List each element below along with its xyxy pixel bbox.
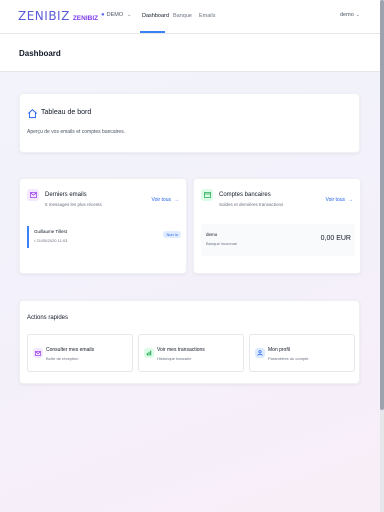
action-view-emails[interactable]: Consulter mes emails Boîte de réception bbox=[27, 334, 133, 372]
nav-dashboard[interactable]: Dashboard bbox=[142, 13, 169, 19]
bank-see-all-link[interactable]: Voir tous → bbox=[326, 197, 353, 203]
unread-badge: Non lu bbox=[163, 231, 181, 238]
arrow-right-icon: → bbox=[348, 197, 353, 203]
home-icon bbox=[28, 109, 37, 119]
action-view-transactions[interactable]: Voir mes transactions Historique bancair… bbox=[138, 334, 244, 372]
nav-emails[interactable]: Emails bbox=[199, 13, 216, 19]
bank-card-icon bbox=[201, 189, 213, 201]
hero-description: Aperçu de vos emails et comptes bancaire… bbox=[27, 129, 126, 135]
action-profile[interactable]: Mon profil Paramètres du compte bbox=[249, 334, 355, 372]
recent-emails-card: Derniers emails 5 messages les plus réce… bbox=[19, 178, 187, 274]
company-selector[interactable]: ● DEMO ⌄ bbox=[101, 12, 131, 18]
nav-banque[interactable]: Banque bbox=[173, 13, 192, 19]
action-sublabel: Historique bancaire bbox=[157, 356, 192, 361]
envelope-icon bbox=[33, 348, 43, 358]
emails-card-subtitle: 5 messages les plus récents bbox=[45, 202, 102, 207]
logo-subtext: ZENIBIZ bbox=[72, 15, 99, 22]
envelope-icon bbox=[27, 189, 39, 201]
chart-icon bbox=[144, 348, 154, 358]
user-icon bbox=[255, 348, 265, 358]
action-sublabel: Boîte de réception bbox=[46, 356, 79, 361]
action-label: Mon profil bbox=[268, 347, 290, 353]
page-title: Dashboard bbox=[19, 49, 61, 58]
page-header: Dashboard bbox=[0, 34, 380, 72]
action-label: Voir mes transactions bbox=[157, 347, 205, 353]
app-logo[interactable]: ZENIBIZ ZENIBIZ bbox=[18, 9, 98, 23]
company-name: DEMO bbox=[106, 12, 124, 18]
action-sublabel: Paramètres du compte bbox=[268, 356, 309, 361]
quick-actions-title: Actions rapides bbox=[27, 315, 69, 321]
quick-actions-card: Actions rapides Consulter mes emails Boî… bbox=[19, 300, 360, 384]
emails-card-title: Derniers emails bbox=[45, 192, 87, 198]
account-balance: 0,00 EUR bbox=[320, 235, 351, 242]
arrow-right-icon: → bbox=[174, 197, 179, 203]
bank-accounts-card: Comptes bancaires Soldes et dernières tr… bbox=[193, 178, 361, 274]
bank-card-title: Comptes bancaires bbox=[219, 192, 271, 198]
see-all-label: Voir tous bbox=[325, 197, 345, 203]
logo-text: ZENIBIZ bbox=[18, 9, 70, 23]
hero-title: Tableau de bord bbox=[41, 109, 92, 116]
see-all-label: Voir tous bbox=[151, 197, 171, 203]
top-navbar: ZENIBIZ ZENIBIZ ● DEMO ⌄ Dashboard Banqu… bbox=[0, 0, 380, 34]
user-menu[interactable]: demo ⌄ bbox=[340, 12, 360, 18]
user-name: demo bbox=[340, 12, 354, 18]
action-label: Consulter mes emails bbox=[46, 347, 95, 353]
email-date: • 21/05/2020 11:03 bbox=[34, 238, 68, 243]
emails-see-all-link[interactable]: Voir tous → bbox=[152, 197, 179, 203]
dashboard-hero-card: Tableau de bord Aperçu de vos emails et … bbox=[19, 93, 360, 153]
chevron-down-icon: ⌄ bbox=[355, 12, 360, 18]
account-bank: Banque inconnue bbox=[206, 241, 238, 246]
bank-card-subtitle: Soldes et dernières transactions bbox=[219, 202, 284, 207]
scrollbar-thumb[interactable] bbox=[380, 0, 384, 410]
account-name: demo bbox=[206, 232, 218, 237]
building-icon: ● bbox=[101, 12, 105, 18]
email-sender: Guillaume Tillest bbox=[34, 229, 68, 234]
chevron-down-icon: ⌄ bbox=[127, 12, 132, 18]
email-list-item[interactable]: Guillaume Tillest • 21/05/2020 11:03 Non… bbox=[27, 226, 181, 248]
page-scrollbar[interactable] bbox=[380, 0, 384, 512]
bank-account-item[interactable]: demo Banque inconnue 0,00 EUR bbox=[201, 224, 355, 256]
active-tab-indicator bbox=[140, 31, 165, 33]
